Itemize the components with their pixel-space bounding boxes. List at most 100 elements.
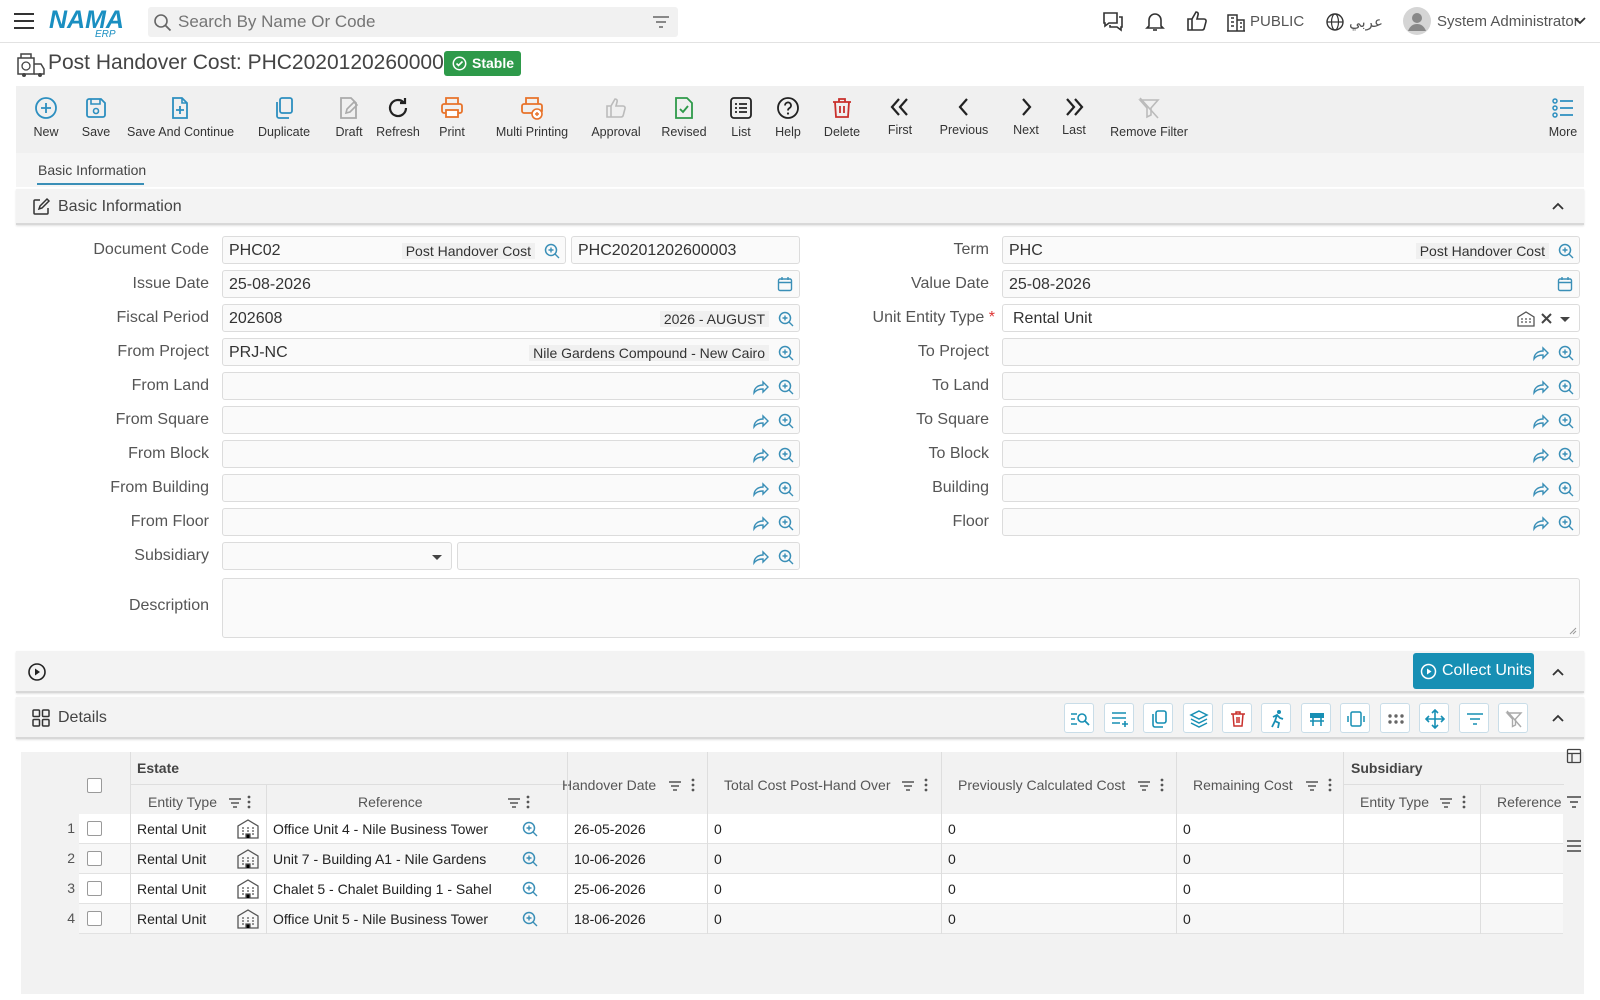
filter-icon[interactable] <box>652 14 670 30</box>
grid-more-button[interactable] <box>1380 703 1410 733</box>
nama-erp-logo[interactable]: NAMA ERP <box>49 4 131 38</box>
floor-field[interactable] <box>1002 508 1580 536</box>
cell-prev-cost[interactable]: 0 <box>948 911 956 927</box>
duplicate-button[interactable]: Duplicate <box>252 86 316 153</box>
issue-date-field[interactable]: 25-08-2026 <box>222 270 800 298</box>
lookup-search-icon[interactable] <box>1557 242 1575 260</box>
from-project-field[interactable]: PRJ-NC Nile Gardens Compound - New Cairo <box>222 338 800 366</box>
to-block-field[interactable] <box>1002 440 1580 468</box>
building-units-icon[interactable] <box>237 849 259 869</box>
clear-icon[interactable] <box>1540 312 1553 325</box>
col-sub-entity-type[interactable]: Entity Type <box>1360 794 1429 810</box>
grid-copy-button[interactable] <box>1143 703 1173 733</box>
cell-remaining-cost[interactable]: 0 <box>1183 911 1191 927</box>
chat-icon[interactable] <box>1101 9 1125 33</box>
column-filter-icon[interactable] <box>668 780 682 792</box>
from-building-field[interactable] <box>222 474 800 502</box>
row-checkbox[interactable] <box>87 821 102 836</box>
print-button[interactable]: Print <box>433 86 471 153</box>
row-checkbox[interactable] <box>87 881 102 896</box>
share-arrow-icon[interactable] <box>1531 480 1549 498</box>
lookup-search-icon[interactable] <box>777 310 795 328</box>
share-arrow-icon[interactable] <box>1531 446 1549 464</box>
multi-printing-button[interactable]: Multi Printing <box>494 86 570 153</box>
col-total-cost[interactable]: Total Cost Post-Hand Over <box>724 777 891 793</box>
from-land-field[interactable] <box>222 372 800 400</box>
lookup-search-icon[interactable] <box>521 910 539 928</box>
search-input[interactable] <box>178 11 638 33</box>
building-field[interactable] <box>1002 474 1580 502</box>
col-reference[interactable]: Reference <box>358 794 423 810</box>
remove-filter-button[interactable]: Remove Filter <box>1097 86 1201 153</box>
cell-total-cost[interactable]: 0 <box>714 881 722 897</box>
cell-remaining-cost[interactable]: 0 <box>1183 881 1191 897</box>
more-button[interactable]: More <box>1546 86 1580 153</box>
chevron-up-icon[interactable] <box>1551 201 1565 211</box>
cell-handover-date[interactable]: 18-06-2026 <box>574 911 646 927</box>
cell-remaining-cost[interactable]: 0 <box>1183 851 1191 867</box>
resize-handle-icon[interactable] <box>1567 625 1577 635</box>
column-filter-icon[interactable] <box>507 797 521 809</box>
lookup-search-icon[interactable] <box>1557 446 1575 464</box>
share-arrow-icon[interactable] <box>1531 412 1549 430</box>
next-button[interactable]: Next <box>1007 86 1045 153</box>
cell-prev-cost[interactable]: 0 <box>948 851 956 867</box>
share-arrow-icon[interactable] <box>751 412 769 430</box>
unit-entity-type-select[interactable]: Rental Unit <box>1002 304 1580 332</box>
cell-reference[interactable]: Office Unit 4 - Nile Business Tower <box>273 821 488 837</box>
share-arrow-icon[interactable] <box>751 446 769 464</box>
filters-panel-icon[interactable] <box>1566 795 1582 809</box>
grid-layers-button[interactable] <box>1183 703 1213 733</box>
lookup-search-icon[interactable] <box>777 378 795 396</box>
grid-table-settings-button[interactable] <box>1301 703 1331 733</box>
lookup-search-icon[interactable] <box>521 850 539 868</box>
chevron-up-icon[interactable] <box>1551 713 1565 723</box>
term-field[interactable]: PHC Post Handover Cost <box>1002 236 1580 264</box>
lookup-search-icon[interactable] <box>777 412 795 430</box>
col-prev-cost[interactable]: Previously Calculated Cost <box>958 777 1125 793</box>
from-square-field[interactable] <box>222 406 800 434</box>
cell-handover-date[interactable]: 26-05-2026 <box>574 821 646 837</box>
save-button[interactable]: Save <box>74 86 118 153</box>
cell-handover-date[interactable]: 10-06-2026 <box>574 851 646 867</box>
lookup-search-icon[interactable] <box>777 514 795 532</box>
lookup-search-icon[interactable] <box>777 446 795 464</box>
bell-icon[interactable] <box>1143 9 1167 33</box>
lookup-search-icon[interactable] <box>1557 480 1575 498</box>
columns-panel-icon[interactable] <box>1566 748 1582 764</box>
to-land-field[interactable] <box>1002 372 1580 400</box>
avatar-icon[interactable] <box>1402 6 1432 36</box>
cell-reference[interactable]: Office Unit 5 - Nile Business Tower <box>273 911 488 927</box>
col-handover-date[interactable]: Handover Date <box>562 777 656 793</box>
cell-handover-date[interactable]: 25-06-2026 <box>574 881 646 897</box>
fiscal-period-field[interactable]: 202608 2026 - AUGUST <box>222 304 800 332</box>
col-remaining-cost[interactable]: Remaining Cost <box>1193 777 1293 793</box>
table-row[interactable]: 2 Rental Unit Unit 7 - Building A1 - Nile … <box>21 844 1563 874</box>
grid-delete-button[interactable] <box>1222 703 1252 733</box>
cell-entity-type[interactable]: Rental Unit <box>137 881 206 897</box>
previous-button[interactable]: Previous <box>934 86 994 153</box>
share-arrow-icon[interactable] <box>1531 344 1549 362</box>
save-and-continue-button[interactable]: Save And Continue <box>127 86 234 153</box>
delete-button[interactable]: Delete <box>820 86 864 153</box>
cell-prev-cost[interactable]: 0 <box>948 821 956 837</box>
col-entity-type[interactable]: Entity Type <box>148 794 217 810</box>
panel-menu-icon[interactable] <box>1566 839 1582 853</box>
grid-fit-button[interactable] <box>1340 703 1370 733</box>
column-menu-icon[interactable] <box>247 795 251 809</box>
grid-run-button[interactable] <box>1261 703 1291 733</box>
caret-down-icon[interactable] <box>1559 316 1571 324</box>
cell-entity-type[interactable]: Rental Unit <box>137 851 206 867</box>
branch-label[interactable]: PUBLIC <box>1250 13 1304 30</box>
share-arrow-icon[interactable] <box>751 378 769 396</box>
column-filter-icon[interactable] <box>1439 797 1453 809</box>
play-circle-icon[interactable] <box>27 662 47 682</box>
cell-reference[interactable]: Chalet 5 - Chalet Building 1 - Sahel <box>273 881 492 897</box>
global-search[interactable] <box>148 7 678 37</box>
value-date-field[interactable]: 25-08-2026 <box>1002 270 1580 298</box>
cell-total-cost[interactable]: 0 <box>714 851 722 867</box>
revised-button[interactable]: Revised <box>657 86 711 153</box>
grid-move-button[interactable] <box>1419 703 1449 733</box>
to-project-field[interactable] <box>1002 338 1580 366</box>
cell-entity-type[interactable]: Rental Unit <box>137 911 206 927</box>
